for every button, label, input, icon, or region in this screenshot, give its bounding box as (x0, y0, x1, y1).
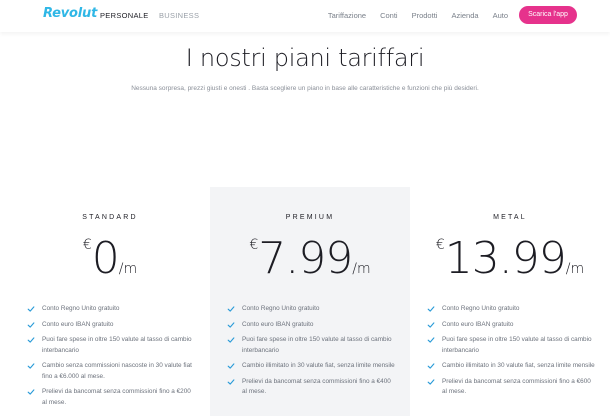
nav-accounts-link[interactable]: Conti (380, 11, 398, 20)
feature-item: Conto Regno Unito gratuito (227, 304, 397, 315)
feature-text: Cambio illimitato in 30 valute fiat, sen… (442, 362, 595, 369)
feature-item: Conto euro IBAN gratuito (27, 320, 197, 331)
nav-company-link[interactable]: Azienda (451, 11, 478, 20)
plan-name: METAL (493, 214, 527, 221)
feature-text: Conto euro IBAN gratuito (442, 320, 514, 328)
feature-item: Puoi fare spese in oltre 150 valute al t… (27, 335, 197, 356)
nav-personal-link[interactable]: PERSONALE (100, 11, 149, 20)
feature-text: Puoi fare spese in oltre 150 valute al t… (442, 336, 592, 354)
feature-list: Conto Regno Unito gratuito Conto euro IBA… (27, 304, 197, 413)
top-navbar: Revolut PERSONALE BUSINESS Tariffazione … (0, 0, 610, 32)
page-subtitle: Nessuna sorpresa, prezzi giusti e onesti… (131, 85, 479, 92)
feature-text: Cambio senza commissioni nascoste in 30 … (42, 362, 192, 380)
page-title: I nostri piani tariffari (185, 44, 425, 72)
download-app-button[interactable]: Scarica l'app (519, 6, 577, 24)
plan-card-metal: METAL €13.99/m Conto Regno Unito gratuito C… (410, 187, 610, 416)
feature-item: Cambio senza commissioni nascoste in 30 … (27, 361, 197, 382)
feature-item: Prelievi da bancomat senza commissioni f… (227, 377, 397, 398)
price-period: /m (118, 261, 138, 277)
feature-item: Conto euro IBAN gratuito (427, 320, 597, 331)
feature-item: Cambio illimitato in 30 valute fiat, sen… (427, 361, 597, 372)
feature-item: Prelievi da bancomat senza commissioni f… (27, 387, 197, 408)
revolut-logo[interactable]: Revolut (43, 6, 97, 21)
feature-list: Conto Regno Unito gratuito Conto euro IBA… (227, 304, 397, 403)
feature-text: Conto euro IBAN gratuito (242, 320, 314, 328)
feature-text: Conto euro IBAN gratuito (42, 320, 114, 328)
price-period: /m (565, 261, 585, 277)
nav-business-link[interactable]: BUSINESS (159, 11, 199, 20)
feature-item: Prelievi da bancomat senza commissioni f… (427, 377, 597, 398)
price-amount: 13.99 (444, 233, 567, 284)
feature-text: Prelievi da bancomat senza commissioni f… (442, 377, 591, 396)
feature-item: Conto euro IBAN gratuito (227, 320, 397, 331)
price-amount: 7.99 (258, 233, 353, 284)
plan-name: PREMIUM (285, 214, 335, 221)
price-currency: € (435, 237, 445, 253)
feature-item: Puoi fare spese in oltre 150 valute al t… (227, 335, 397, 356)
plan-card-premium: PREMIUM €7.99/m Conto Regno Unito gratuito… (210, 187, 410, 416)
plan-price: €0/m (10, 233, 210, 284)
feature-text: Puoi fare spese in oltre 150 valute al t… (42, 336, 192, 354)
plan-name: STANDARD (82, 214, 138, 221)
plan-card-standard: STANDARD €0/m Conto Regno Unito gratuito Co… (10, 187, 210, 416)
feature-text: Conto Regno Unito gratuito (242, 305, 320, 312)
feature-list: Conto Regno Unito gratuito Conto euro IBA… (427, 304, 597, 403)
feature-item: Conto Regno Unito gratuito (27, 304, 197, 315)
plan-price: €13.99/m (410, 233, 610, 284)
feature-text: Conto Regno Unito gratuito (442, 305, 520, 312)
feature-text: Conto Regno Unito gratuito (42, 305, 120, 312)
price-currency: € (249, 237, 259, 253)
feature-item: Cambio illimitato in 30 valute fiat, sen… (227, 361, 397, 372)
feature-text: Prelievi da bancomat senza commissioni f… (42, 388, 191, 406)
main-nav: Tariffazione Conti Prodotti Azienda Auto (328, 11, 508, 20)
price-amount: 0 (91, 233, 120, 284)
price-period: /m (352, 261, 371, 277)
price-currency: € (82, 237, 92, 253)
account-type-nav: PERSONALE BUSINESS (100, 11, 207, 20)
feature-item: Conto Regno Unito gratuito (427, 304, 597, 315)
feature-text: Cambio illimitato in 30 valute fiat, sen… (242, 362, 395, 369)
nav-pricing-link[interactable]: Tariffazione (328, 11, 366, 20)
nav-auto-link[interactable]: Auto (493, 11, 508, 20)
plan-price: €7.99/m (210, 233, 410, 284)
feature-text: Puoi fare spese in oltre 150 valute al t… (242, 336, 392, 354)
feature-text: Prelievi da bancomat senza commissioni f… (242, 377, 391, 396)
nav-products-link[interactable]: Prodotti (412, 11, 438, 20)
feature-item: Puoi fare spese in oltre 150 valute al t… (427, 335, 597, 356)
